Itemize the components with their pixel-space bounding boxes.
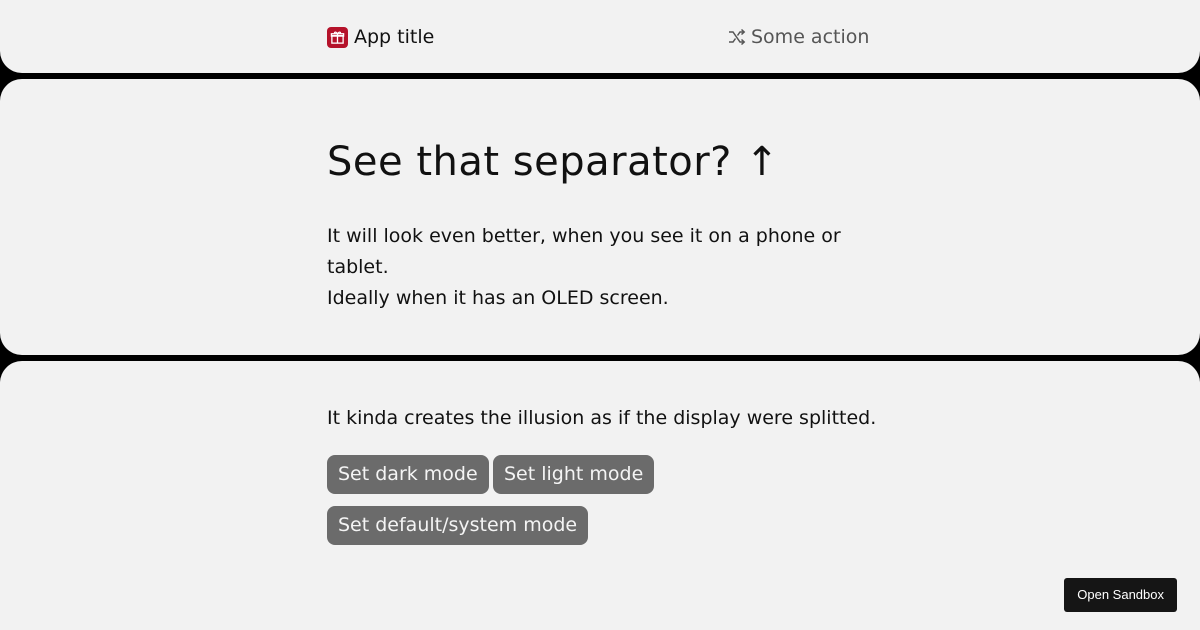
open-sandbox-button[interactable]: Open Sandbox [1064,578,1177,612]
set-light-mode-button[interactable]: Set light mode [493,455,655,494]
set-dark-mode-button[interactable]: Set dark mode [327,455,489,494]
hero-heading: See that separator? ↑ [327,139,780,185]
shuffle-icon [727,27,747,47]
gift-icon [327,26,348,48]
hero-paragraph-line1: It will look even better, when you see i… [327,225,841,278]
illusion-text: It kinda creates the illusion as if the … [327,407,877,429]
app-header: App title Some action [0,0,1200,73]
some-action-button[interactable]: Some action [727,26,869,48]
hero-section: See that separator? ↑ It will look even … [0,79,1200,355]
some-action-label: Some action [751,26,870,48]
mode-section: It kinda creates the illusion as if the … [0,361,1200,630]
set-default-mode-button[interactable]: Set default/system mode [327,506,589,545]
hero-paragraph-line2: Ideally when it has an OLED screen. [327,287,669,309]
hero-paragraph: It will look even better, when you see i… [327,221,847,314]
app-title-text: App title [354,26,435,48]
app-title-link[interactable]: App title [327,26,434,48]
